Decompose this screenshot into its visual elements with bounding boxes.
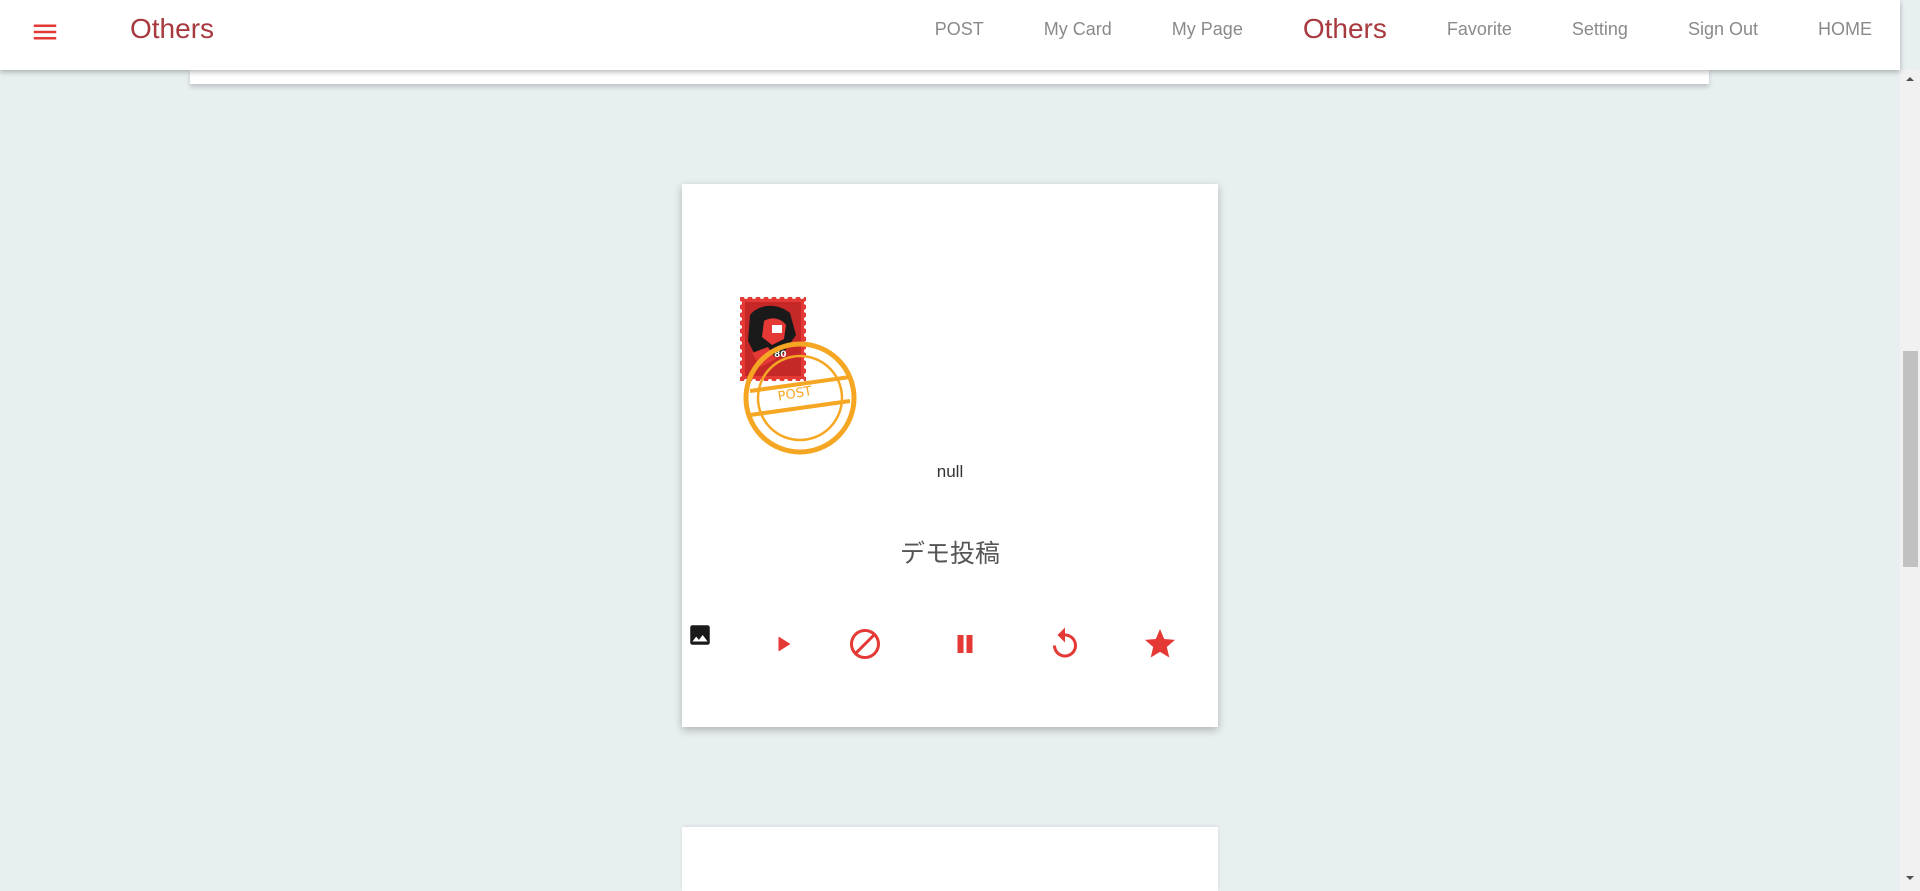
card-actions bbox=[682, 626, 1218, 668]
scrollbar-thumb[interactable] bbox=[1903, 351, 1918, 567]
top-app-bar: Others POST My Card My Page Others Favor… bbox=[0, 0, 1900, 70]
nav-sign-out[interactable]: Sign Out bbox=[1688, 0, 1758, 58]
app-title: Others bbox=[130, 13, 215, 44]
post-card: 80 POST null デモ投稿 bbox=[682, 184, 1218, 727]
hamburger-menu-icon[interactable] bbox=[30, 17, 60, 47]
nav-setting[interactable]: Setting bbox=[1572, 0, 1628, 58]
previous-card bbox=[190, 70, 1709, 84]
post-stamp-image[interactable]: 80 POST bbox=[738, 295, 866, 465]
vertical-scrollbar[interactable] bbox=[1900, 70, 1920, 891]
star-icon[interactable] bbox=[1142, 626, 1178, 662]
replay-icon[interactable] bbox=[1047, 626, 1083, 662]
scroll-down-arrow-icon[interactable] bbox=[1900, 873, 1920, 889]
play-icon[interactable] bbox=[765, 626, 801, 662]
nav-post[interactable]: POST bbox=[935, 0, 984, 58]
block-icon[interactable] bbox=[847, 626, 883, 662]
card-title: デモ投稿 bbox=[899, 539, 1000, 568]
nav-favorite[interactable]: Favorite bbox=[1447, 0, 1512, 58]
card-caption: null bbox=[936, 462, 964, 481]
top-navigation: POST My Card My Page Others Favorite Set… bbox=[875, 0, 1872, 58]
next-post-card bbox=[682, 827, 1218, 891]
nav-my-page[interactable]: My Page bbox=[1172, 0, 1243, 58]
nav-others[interactable]: Others bbox=[1303, 0, 1387, 58]
pause-icon[interactable] bbox=[947, 626, 983, 662]
nav-my-card[interactable]: My Card bbox=[1044, 0, 1112, 58]
scroll-up-arrow-icon[interactable] bbox=[1900, 74, 1920, 90]
nav-home[interactable]: HOME bbox=[1818, 0, 1872, 58]
